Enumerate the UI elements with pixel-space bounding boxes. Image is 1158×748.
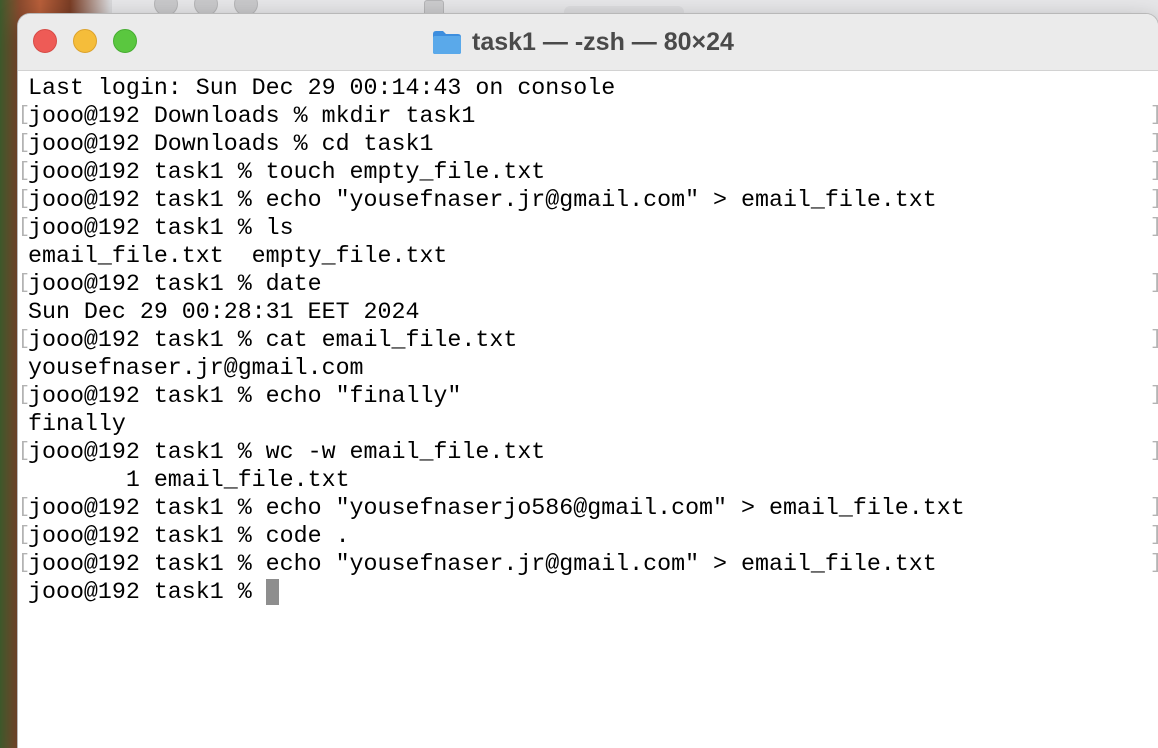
line-mark-right: ]: [1150, 214, 1158, 242]
terminal-line-text: finally: [28, 411, 126, 437]
terminal-line-text: jooo@192 task1 % echo "yousefnaser.jr@gm…: [28, 187, 937, 213]
line-mark-left: [: [18, 272, 31, 295]
line-mark-left: [: [18, 524, 31, 547]
terminal-line-text: 1 email_file.txt: [28, 467, 350, 493]
terminal-line-text: jooo@192 task1 % code .: [28, 523, 350, 549]
terminal-line: [jooo@192 task1 % echo "yousefnaser.jr@g…: [18, 550, 1158, 578]
terminal-line: [jooo@192 Downloads % cd task1]: [18, 130, 1158, 158]
terminal-line: [jooo@192 Downloads % mkdir task1]: [18, 102, 1158, 130]
terminal-line: [jooo@192 task1 % code .]: [18, 522, 1158, 550]
line-mark-left: [: [18, 188, 31, 211]
window-title: task1 — -zsh — 80×24: [472, 27, 734, 56]
line-mark-left: [: [18, 160, 31, 183]
line-mark-left: [: [18, 132, 31, 155]
title-bar[interactable]: task1 — -zsh — 80×24: [18, 14, 1158, 71]
line-mark-left: [: [18, 384, 31, 407]
line-mark-right: ]: [1150, 186, 1158, 214]
line-mark-left: [: [18, 496, 31, 519]
terminal-line-text: jooo@192 task1 % cat email_file.txt: [28, 327, 518, 353]
terminal-line: 1 email_file.txt: [28, 466, 1158, 494]
terminal-line-text: jooo@192 task1 % ls: [28, 215, 294, 241]
terminal-window[interactable]: task1 — -zsh — 80×24 Last login: Sun Dec…: [18, 14, 1158, 748]
line-mark-left: [: [18, 328, 31, 351]
line-mark-left: [: [18, 104, 31, 127]
line-mark-right: ]: [1150, 102, 1158, 130]
line-mark-left: [: [18, 216, 31, 239]
terminal-line: [jooo@192 task1 % ls]: [18, 214, 1158, 242]
terminal-line: [jooo@192 task1 % echo "finally"]: [18, 382, 1158, 410]
folder-icon: [432, 29, 462, 55]
line-mark-right: ]: [1150, 494, 1158, 522]
line-mark-right: ]: [1150, 158, 1158, 186]
terminal-line: [jooo@192 task1 % date]: [18, 270, 1158, 298]
line-mark-right: ]: [1150, 326, 1158, 354]
line-mark-right: ]: [1150, 270, 1158, 298]
prompt-line[interactable]: jooo@192 task1 %: [28, 578, 1158, 606]
terminal-line: Sun Dec 29 00:28:31 EET 2024: [28, 298, 1158, 326]
line-mark-left: [: [18, 440, 31, 463]
terminal-line: [jooo@192 task1 % wc -w email_file.txt]: [18, 438, 1158, 466]
terminal-line-text: yousefnaser.jr@gmail.com: [28, 355, 364, 381]
terminal-line: Last login: Sun Dec 29 00:14:43 on conso…: [28, 74, 1158, 102]
line-mark-right: ]: [1150, 550, 1158, 578]
prompt-text: jooo@192 task1 %: [28, 579, 266, 605]
line-mark-right: ]: [1150, 130, 1158, 158]
terminal-line-text: email_file.txt empty_file.txt: [28, 243, 448, 269]
line-mark-left: [: [18, 552, 31, 575]
terminal-line: yousefnaser.jr@gmail.com: [28, 354, 1158, 382]
terminal-line: [jooo@192 task1 % touch empty_file.txt]: [18, 158, 1158, 186]
terminal-line-text: jooo@192 task1 % touch empty_file.txt: [28, 159, 546, 185]
terminal-line: [jooo@192 task1 % cat email_file.txt]: [18, 326, 1158, 354]
terminal-line-text: jooo@192 Downloads % cd task1: [28, 131, 434, 157]
terminal-line-text: jooo@192 task1 % echo "yousefnaserjo586@…: [28, 495, 965, 521]
line-mark-right: ]: [1150, 382, 1158, 410]
line-mark-right: ]: [1150, 522, 1158, 550]
terminal-line: [jooo@192 task1 % echo "yousefnaser.jr@g…: [18, 186, 1158, 214]
text-cursor[interactable]: [265, 579, 279, 605]
terminal-line: [jooo@192 task1 % echo "yousefnaserjo586…: [18, 494, 1158, 522]
terminal-line-text: Sun Dec 29 00:28:31 EET 2024: [28, 299, 420, 325]
terminal-line: email_file.txt empty_file.txt: [28, 242, 1158, 270]
terminal-line-text: jooo@192 task1 % echo "finally": [28, 383, 462, 409]
terminal-line-text: Last login: Sun Dec 29 00:14:43 on conso…: [28, 75, 616, 101]
terminal-line-text: jooo@192 Downloads % mkdir task1: [28, 103, 476, 129]
terminal-line-text: jooo@192 task1 % wc -w email_file.txt: [28, 439, 546, 465]
terminal-line-text: jooo@192 task1 % date: [28, 271, 322, 297]
terminal-output[interactable]: Last login: Sun Dec 29 00:14:43 on conso…: [18, 71, 1158, 606]
terminal-line-text: jooo@192 task1 % echo "yousefnaser.jr@gm…: [28, 551, 937, 577]
terminal-line: finally: [28, 410, 1158, 438]
line-mark-right: ]: [1150, 438, 1158, 466]
window-title-group: task1 — -zsh — 80×24: [18, 14, 1158, 70]
